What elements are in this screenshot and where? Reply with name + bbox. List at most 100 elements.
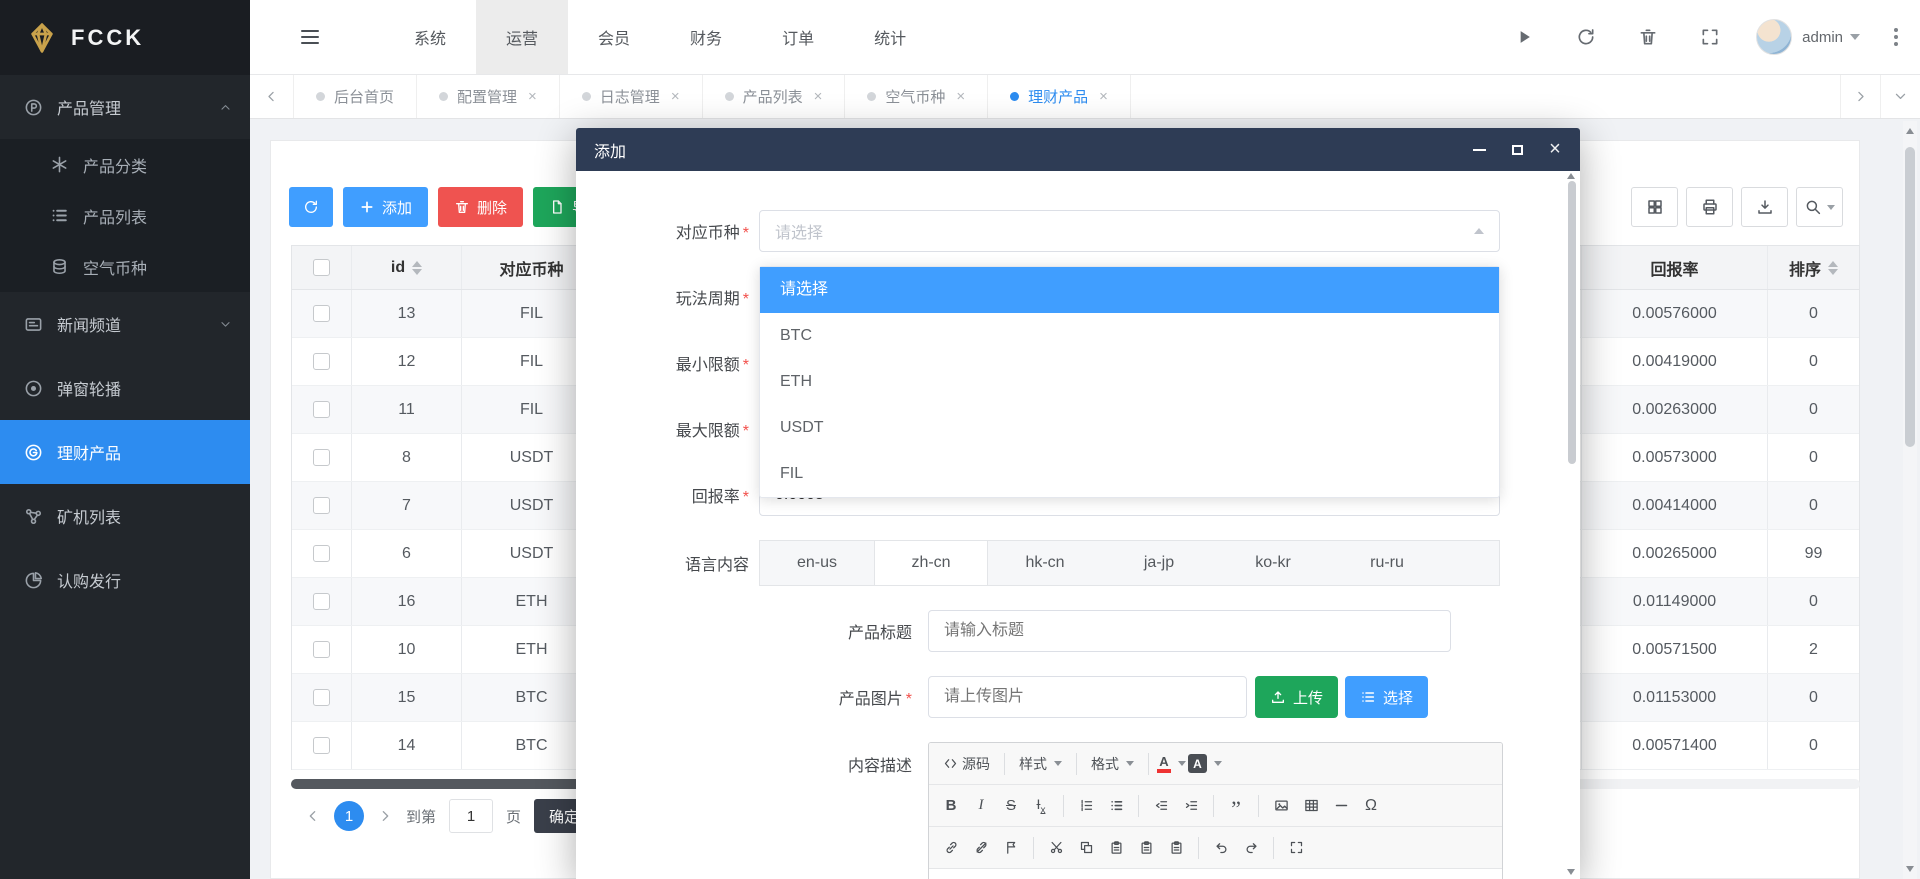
more-menu-icon[interactable] xyxy=(1890,24,1902,50)
row-checkbox[interactable] xyxy=(313,545,330,562)
italic-button[interactable]: I xyxy=(967,792,995,820)
fullscreen-icon[interactable] xyxy=(1700,27,1720,47)
source-button[interactable]: 源码 xyxy=(937,750,996,778)
close-icon[interactable]: × xyxy=(671,88,680,105)
modal-scroll-down-arrow[interactable] xyxy=(1567,869,1575,875)
tab-product-list[interactable]: 产品列表 × xyxy=(703,75,846,118)
sidebar-group-news-channel[interactable]: 新闻频道 xyxy=(0,292,250,356)
maximize-editor-button[interactable] xyxy=(1282,834,1310,862)
tab-home[interactable]: 后台首页 xyxy=(294,75,417,118)
column-header-sort[interactable]: 排序 xyxy=(1768,246,1859,289)
outdent-button[interactable] xyxy=(1147,792,1175,820)
bullet-list-button[interactable] xyxy=(1102,792,1130,820)
tab-scroll-left-button[interactable] xyxy=(250,75,294,118)
paste-button[interactable] xyxy=(1102,834,1130,862)
indent-button[interactable] xyxy=(1177,792,1205,820)
horizontal-rule-button[interactable] xyxy=(1327,792,1355,820)
row-checkbox[interactable] xyxy=(313,593,330,610)
select-all-checkbox[interactable] xyxy=(313,259,330,276)
row-checkbox[interactable] xyxy=(313,641,330,658)
row-checkbox[interactable] xyxy=(313,737,330,754)
cut-button[interactable] xyxy=(1042,834,1070,862)
redo-button[interactable] xyxy=(1237,834,1265,862)
dropdown-option[interactable]: 请选择 xyxy=(760,267,1499,313)
dialog-header[interactable]: 添加 × xyxy=(576,128,1580,171)
minimize-button[interactable] xyxy=(1470,141,1488,159)
dropdown-option[interactable]: USDT xyxy=(760,405,1499,451)
close-icon[interactable]: × xyxy=(528,88,537,105)
sidebar-item-air-coin[interactable]: 空气币种 xyxy=(0,241,250,292)
dropdown-option[interactable]: FIL xyxy=(760,451,1499,497)
product-title-input[interactable] xyxy=(928,610,1451,652)
username[interactable]: admin xyxy=(1802,29,1843,46)
anchor-button[interactable] xyxy=(997,834,1025,862)
dropdown-option[interactable]: ETH xyxy=(760,359,1499,405)
scrollbar-thumb[interactable] xyxy=(1905,147,1915,447)
trash-icon[interactable] xyxy=(1638,27,1658,47)
sidebar-group-product-management[interactable]: 产品管理 xyxy=(0,75,250,139)
paste-word-button[interactable] xyxy=(1162,834,1190,862)
sort-icon[interactable] xyxy=(412,261,422,275)
prev-page-icon[interactable] xyxy=(305,808,321,824)
editor-content[interactable] xyxy=(929,869,1502,879)
topnav-item-system[interactable]: 系统 xyxy=(384,0,476,74)
sidebar-item-subscription-issue[interactable]: 认购发行 xyxy=(0,548,250,612)
print-button[interactable] xyxy=(1686,187,1733,227)
tab-menu-button[interactable] xyxy=(1880,75,1920,118)
add-button[interactable]: 添加 xyxy=(343,187,428,227)
avatar[interactable] xyxy=(1756,19,1792,55)
topnav-item-member[interactable]: 会员 xyxy=(568,0,660,74)
modal-scrollbar-thumb[interactable] xyxy=(1568,181,1576,464)
row-checkbox[interactable] xyxy=(313,497,330,514)
row-checkbox[interactable] xyxy=(313,689,330,706)
sidebar-item-wealth-product[interactable]: 理财产品 xyxy=(0,420,250,484)
text-color-button[interactable]: A xyxy=(1157,750,1186,778)
row-checkbox[interactable] xyxy=(313,401,330,418)
bg-color-button[interactable]: A xyxy=(1188,750,1222,778)
row-checkbox[interactable] xyxy=(313,449,330,466)
insert-image-button[interactable] xyxy=(1267,792,1295,820)
remove-format-button[interactable]: Ix xyxy=(1027,792,1055,820)
sidebar-item-product-category[interactable]: 产品分类 xyxy=(0,139,250,190)
bold-button[interactable]: B xyxy=(937,792,965,820)
topnav-item-finance[interactable]: 财务 xyxy=(660,0,752,74)
tab-config[interactable]: 配置管理 × xyxy=(417,75,560,118)
row-checkbox[interactable] xyxy=(313,305,330,322)
sidebar-item-product-list[interactable]: 产品列表 xyxy=(0,190,250,241)
goto-page-input[interactable] xyxy=(449,799,493,833)
dropdown-option[interactable]: BTC xyxy=(760,313,1499,359)
run-icon[interactable] xyxy=(1514,27,1534,47)
export-data-button[interactable] xyxy=(1741,187,1788,227)
sidebar-item-popup-carousel[interactable]: 弹窗轮播 xyxy=(0,356,250,420)
close-button[interactable]: × xyxy=(1546,141,1564,159)
close-icon[interactable]: × xyxy=(1099,88,1108,105)
lang-tab-hk-cn[interactable]: hk-cn xyxy=(988,541,1102,585)
refresh-icon[interactable] xyxy=(1576,27,1596,47)
unlink-button[interactable] xyxy=(967,834,995,862)
maximize-button[interactable] xyxy=(1508,141,1526,159)
toggle-columns-button[interactable] xyxy=(1631,187,1678,227)
row-checkbox[interactable] xyxy=(313,353,330,370)
lang-tab-ko-kr[interactable]: ko-kr xyxy=(1216,541,1330,585)
currency-select[interactable]: 请选择 xyxy=(759,210,1500,252)
upload-button[interactable]: 上传 xyxy=(1255,676,1338,718)
sidebar-toggle-icon[interactable] xyxy=(298,25,322,49)
blockquote-button[interactable]: ” xyxy=(1222,792,1250,820)
search-button[interactable] xyxy=(1796,187,1843,227)
tab-air-coin[interactable]: 空气币种 × xyxy=(845,75,988,118)
topnav-item-operation[interactable]: 运营 xyxy=(476,0,568,74)
close-icon[interactable]: × xyxy=(814,88,823,105)
topnav-item-order[interactable]: 订单 xyxy=(752,0,844,74)
copy-button[interactable] xyxy=(1072,834,1100,862)
strikethrough-button[interactable]: S xyxy=(997,792,1025,820)
delete-button[interactable]: 删除 xyxy=(438,187,523,227)
page-number[interactable]: 1 xyxy=(334,801,364,831)
insert-table-button[interactable] xyxy=(1297,792,1325,820)
next-page-icon[interactable] xyxy=(377,808,393,824)
tab-logs[interactable]: 日志管理 × xyxy=(560,75,703,118)
format-combo[interactable]: 格式 xyxy=(1085,750,1140,778)
ordered-list-button[interactable] xyxy=(1072,792,1100,820)
special-char-button[interactable]: Ω xyxy=(1357,792,1385,820)
topnav-item-statistics[interactable]: 统计 xyxy=(844,0,936,74)
lang-tab-ja-jp[interactable]: ja-jp xyxy=(1102,541,1216,585)
